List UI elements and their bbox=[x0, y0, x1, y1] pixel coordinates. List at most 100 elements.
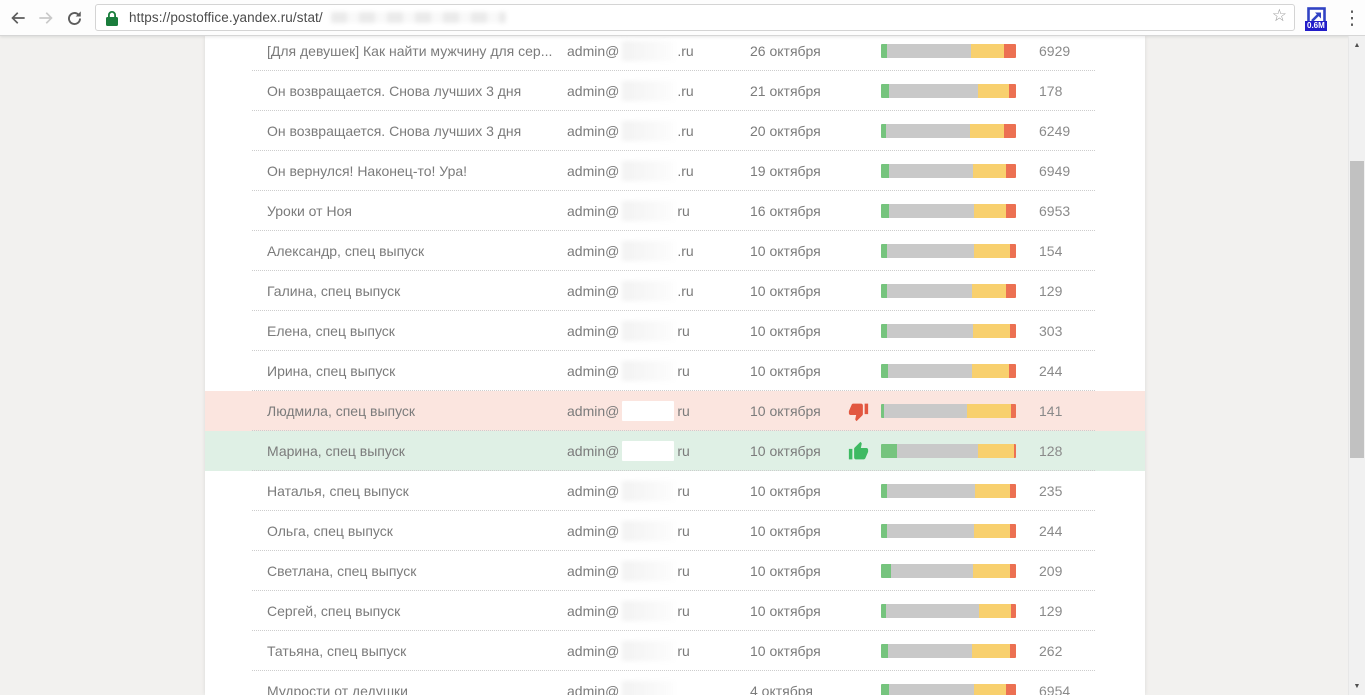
sender-email: admin@ .ru bbox=[567, 121, 697, 141]
thumb-up-icon[interactable] bbox=[848, 441, 869, 462]
browser-menu-button[interactable]: ⋮ bbox=[1340, 5, 1364, 31]
send-date: 10 октября bbox=[750, 563, 848, 579]
email-user-part: admin@ bbox=[567, 243, 619, 259]
sender-email: admin@ ru bbox=[567, 361, 697, 381]
engagement-bar bbox=[881, 204, 1016, 218]
rating-slot bbox=[848, 198, 881, 224]
bar-segment-green bbox=[881, 204, 889, 218]
email-redacted-blur bbox=[622, 81, 674, 101]
rating-slot bbox=[848, 678, 881, 695]
sender-email: admin@ ru bbox=[567, 521, 697, 541]
table-row[interactable]: Галина, спец выпуск admin@ .ru 10 октябр… bbox=[205, 271, 1145, 311]
send-date: 10 октября bbox=[750, 403, 848, 419]
table-row[interactable]: Наталья, спец выпуск admin@ ru 10 октябр… bbox=[205, 471, 1145, 511]
email-domain-part: ru bbox=[677, 363, 689, 379]
bar-segment-yellow bbox=[972, 364, 1009, 378]
table-row[interactable]: Александр, спец выпуск admin@ .ru 10 окт… bbox=[205, 231, 1145, 271]
email-domain-part: .ru bbox=[677, 243, 693, 259]
recipients-count: 6929 bbox=[1039, 43, 1070, 59]
bar-segment-yellow bbox=[975, 484, 1010, 498]
table-row[interactable]: Сергей, спец выпуск admin@ ru 10 октября… bbox=[205, 591, 1145, 631]
table-row[interactable]: Ольга, спец выпуск admin@ ru 10 октября … bbox=[205, 511, 1145, 551]
extension-counter-badge: 0.6M bbox=[1305, 21, 1327, 31]
bar-segment-gray bbox=[889, 204, 974, 218]
bar-segment-gray bbox=[887, 44, 971, 58]
rating-slot bbox=[848, 598, 881, 624]
bar-segment-yellow bbox=[972, 644, 1010, 658]
table-row[interactable]: [Для девушек] Как найти мужчину для сер.… bbox=[205, 36, 1145, 71]
email-domain-part: ru bbox=[677, 643, 689, 659]
email-user-part: admin@ bbox=[567, 483, 619, 499]
email-domain-part: ru bbox=[677, 523, 689, 539]
bar-segment-green bbox=[881, 364, 888, 378]
email-domain-part: ru bbox=[677, 603, 689, 619]
recipients-count: 244 bbox=[1039, 363, 1062, 379]
table-row[interactable]: Он возвращается. Снова лучших 3 дня admi… bbox=[205, 111, 1145, 151]
forward-button[interactable] bbox=[33, 5, 59, 31]
email-domain-part: ru bbox=[677, 443, 689, 459]
address-bar[interactable]: https://postoffice.yandex.ru/stat/ ☆ bbox=[95, 4, 1295, 31]
reload-button[interactable] bbox=[61, 5, 87, 31]
bookmark-star-icon[interactable]: ☆ bbox=[1272, 6, 1287, 26]
rating-slot bbox=[848, 478, 881, 504]
secure-lock-icon bbox=[106, 10, 118, 26]
bar-segment-green bbox=[881, 684, 889, 695]
scroll-up-icon[interactable]: ▲ bbox=[1349, 38, 1365, 52]
sender-email: admin@ .ru bbox=[567, 161, 697, 181]
engagement-bar bbox=[881, 124, 1016, 138]
table-row[interactable]: Марина, спец выпуск admin@ ru 10 октября… bbox=[205, 431, 1145, 471]
scroll-down-icon[interactable]: ▼ bbox=[1349, 679, 1365, 693]
email-redacted-blur bbox=[622, 521, 674, 541]
engagement-bar bbox=[881, 364, 1016, 378]
vertical-scrollbar[interactable]: ▲ ▼ bbox=[1348, 36, 1365, 695]
bar-segment-gray bbox=[888, 644, 972, 658]
table-row[interactable]: Уроки от Ноя admin@ ru 16 октября 6953 bbox=[205, 191, 1145, 231]
table-row[interactable]: Людмила, спец выпуск admin@ ru 10 октябр… bbox=[205, 391, 1145, 431]
email-domain-part: .ru bbox=[677, 43, 693, 59]
bar-segment-red bbox=[1010, 324, 1016, 338]
send-date: 10 октября bbox=[750, 443, 848, 459]
sender-email: admin@ ru bbox=[567, 321, 697, 341]
recipients-count: 154 bbox=[1039, 243, 1062, 259]
table-row[interactable]: Татьяна, спец выпуск admin@ ru 10 октябр… bbox=[205, 631, 1145, 671]
bar-segment-red bbox=[1006, 204, 1016, 218]
table-row[interactable]: Он возвращается. Снова лучших 3 дня admi… bbox=[205, 71, 1145, 111]
email-domain-part: ru bbox=[677, 203, 689, 219]
scrollbar-thumb[interactable] bbox=[1350, 161, 1364, 458]
sender-email: admin@ ru bbox=[567, 201, 697, 221]
email-redacted-blur bbox=[622, 201, 674, 221]
bar-segment-red bbox=[1006, 284, 1016, 298]
engagement-bar bbox=[881, 84, 1016, 98]
url-text: https://postoffice.yandex.ru/stat/ bbox=[129, 10, 323, 25]
recipients-count: 178 bbox=[1039, 83, 1062, 99]
table-row[interactable]: Светлана, спец выпуск admin@ ru 10 октяб… bbox=[205, 551, 1145, 591]
back-button[interactable] bbox=[5, 5, 31, 31]
bar-segment-red bbox=[1011, 604, 1016, 618]
rating-slot bbox=[848, 558, 881, 584]
email-redacted-blur bbox=[622, 241, 674, 261]
table-row[interactable]: Елена, спец выпуск admin@ ru 10 октября … bbox=[205, 311, 1145, 351]
table-row[interactable]: Ирина, спец выпуск admin@ ru 10 октября … bbox=[205, 351, 1145, 391]
campaign-subject: Марина, спец выпуск bbox=[267, 443, 567, 459]
recipients-count: 6249 bbox=[1039, 123, 1070, 139]
rating-slot bbox=[848, 398, 881, 424]
bar-segment-red bbox=[1011, 404, 1016, 418]
email-user-part: admin@ bbox=[567, 203, 619, 219]
bar-segment-yellow bbox=[978, 444, 1014, 458]
table-row[interactable]: Он вернулся! Наконец-то! Ура! admin@ .ru… bbox=[205, 151, 1145, 191]
rating-slot bbox=[848, 78, 881, 104]
table-row[interactable]: Мудрости от дедушки admin@ 4 октября 695… bbox=[205, 671, 1145, 695]
back-arrow-icon bbox=[8, 8, 28, 28]
thumb-down-icon[interactable] bbox=[848, 401, 869, 422]
extension-button[interactable]: 0.6M bbox=[1307, 7, 1329, 31]
rating-slot bbox=[848, 358, 881, 384]
email-user-part: admin@ bbox=[567, 83, 619, 99]
send-date: 20 октября bbox=[750, 123, 848, 139]
email-domain-part: ru bbox=[677, 563, 689, 579]
recipients-count: 6954 bbox=[1039, 683, 1070, 695]
email-domain-part: ru bbox=[677, 403, 689, 419]
recipients-count: 6953 bbox=[1039, 203, 1070, 219]
engagement-bar bbox=[881, 44, 1016, 58]
email-redacted-blur bbox=[622, 41, 674, 61]
email-redacted-blur bbox=[622, 401, 674, 421]
